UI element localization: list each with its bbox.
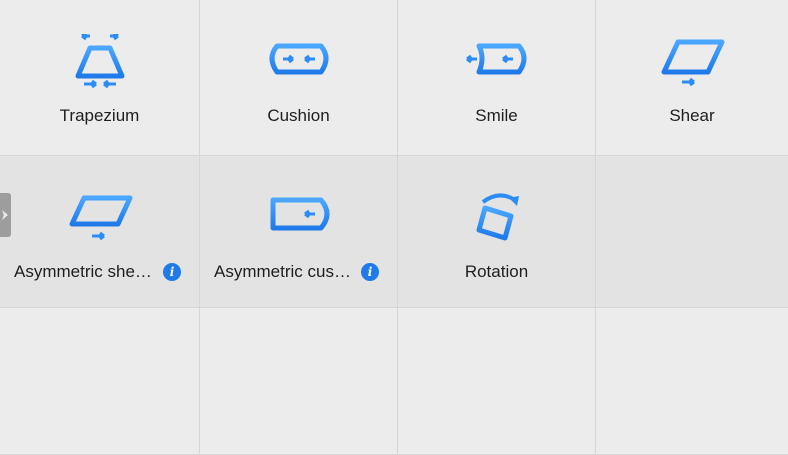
cushion-icon bbox=[269, 43, 328, 75]
tile-empty bbox=[0, 308, 200, 455]
tile-trapezium[interactable]: Trapezium bbox=[0, 0, 200, 156]
tile-asymmetric-shear[interactable]: Asymmetric she… i bbox=[0, 156, 200, 308]
tile-shear[interactable]: Shear bbox=[596, 0, 788, 156]
tile-label: Cushion bbox=[267, 106, 330, 125]
correction-tile-grid: Trapezium Cushion Smile Shear Asymmetric… bbox=[0, 0, 788, 455]
tile-empty bbox=[398, 308, 596, 455]
asymmetric-shear-icon bbox=[69, 195, 132, 241]
tile-empty bbox=[200, 308, 398, 455]
trapezium-icon bbox=[75, 34, 124, 89]
tile-label: Asymmetric cus… bbox=[214, 262, 351, 281]
tile-smile[interactable]: Smile bbox=[398, 0, 596, 156]
info-icon[interactable]: i bbox=[163, 263, 181, 281]
info-icon[interactable]: i bbox=[361, 263, 379, 281]
tile-label: Asymmetric she… bbox=[14, 262, 152, 281]
asymmetric-cushion-icon bbox=[270, 197, 329, 231]
tile-empty bbox=[596, 308, 788, 455]
tile-rotation[interactable]: Rotation bbox=[398, 156, 596, 308]
rotation-icon bbox=[476, 193, 519, 241]
tile-label: Smile bbox=[475, 106, 518, 125]
smile-icon bbox=[465, 43, 526, 75]
tile-label: Rotation bbox=[464, 262, 529, 281]
shear-icon bbox=[661, 39, 725, 87]
tile-label: Shear bbox=[669, 106, 715, 125]
tile-cushion[interactable]: Cushion bbox=[200, 0, 398, 156]
side-panel-handle[interactable] bbox=[0, 193, 11, 237]
tile-label: Trapezium bbox=[59, 106, 140, 125]
tile-asymmetric-cushion[interactable]: Asymmetric cus… i bbox=[200, 156, 398, 308]
tile-empty bbox=[596, 156, 788, 308]
